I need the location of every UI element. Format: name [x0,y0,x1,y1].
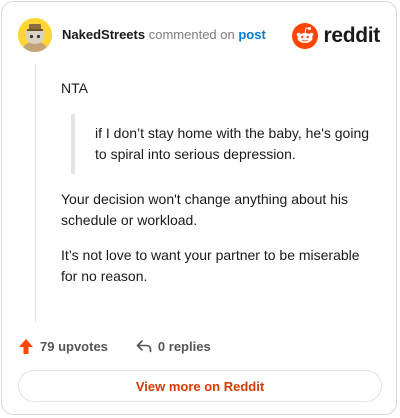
post-link[interactable]: post [238,27,265,42]
quote-text: if I don’t stay home with the baby, he's… [95,125,370,162]
view-more-button[interactable]: View more on Reddit [18,370,382,402]
comment-paragraph: NTA [61,80,88,96]
comment-body: NTA if I don’t stay home with the baby, … [61,78,376,287]
comment-paragraph: Your decision won't change anything abou… [61,191,349,228]
reply-arrow-icon [136,340,152,353]
upvotes-count: 79 upvotes [40,338,108,354]
replies-stat[interactable]: 0 replies [136,339,211,354]
comment-quote: if I don’t stay home with the baby, he's… [71,114,376,174]
upvote-arrow-icon [19,338,33,354]
reddit-brand[interactable]: reddit [292,18,380,54]
avatar-snoo-icon [18,18,52,52]
action-text: commented on [148,27,235,42]
comment-card: NakedStreets commented on post reddit NT… [1,1,397,415]
replies-count: 0 replies [157,338,211,354]
comment-paragraph: It’s not love to want your partner to be… [61,247,360,284]
reddit-logo-icon [292,23,319,49]
comment-footer: 79 upvotes 0 replies [18,335,239,357]
user-avatar[interactable] [18,18,52,52]
view-more-label: View more on Reddit [135,378,265,394]
comment-header: NakedStreets commented on post reddit [18,18,380,54]
upvotes-stat[interactable]: 79 upvotes [18,338,108,355]
comment-meta: NakedStreets commented on post [62,27,266,42]
thread-line [35,64,36,322]
author-name[interactable]: NakedStreets [62,27,145,42]
reddit-wordmark: reddit [323,24,380,47]
